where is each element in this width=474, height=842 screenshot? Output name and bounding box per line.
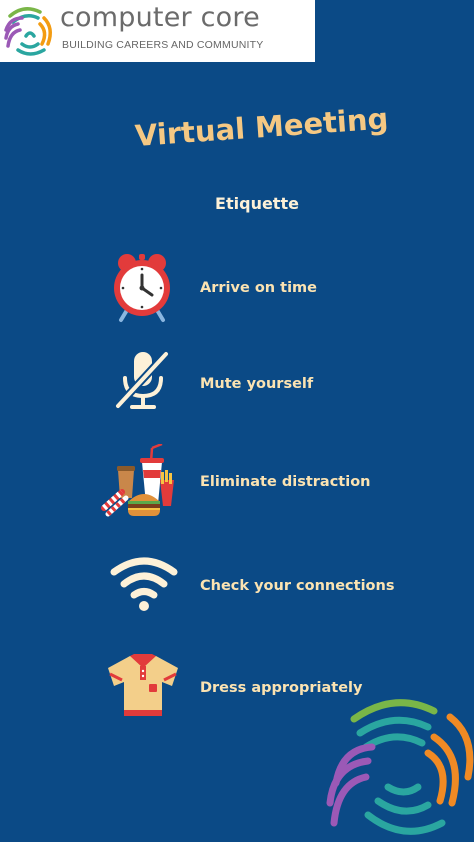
page-title: Virtual Meeting — [133, 101, 390, 153]
list-item-mute: Mute yourself — [100, 346, 430, 426]
alarm-clock-icon — [114, 254, 170, 322]
fast-food-icon — [101, 444, 174, 517]
list-item-label: Eliminate distraction — [200, 474, 371, 490]
polo-shirt-icon — [108, 654, 178, 716]
brand-tagline: BUILDING CAREERS AND COMMUNITY — [62, 39, 264, 51]
list-item-connections: Check your connections — [100, 548, 430, 628]
list-item-arrive: Arrive on time — [100, 250, 430, 330]
list-item-label: Dress appropriately — [200, 680, 363, 696]
list-item-label: Mute yourself — [200, 376, 314, 392]
brand-name: computer core — [60, 2, 260, 33]
page-subtitle: Etiquette — [215, 194, 299, 213]
wifi-icon — [110, 557, 178, 611]
fingerprint-decoration-icon — [326, 699, 474, 835]
list-item-label: Check your connections — [200, 578, 395, 594]
muted-microphone-icon — [114, 350, 170, 410]
list-item-distraction: Eliminate distraction — [100, 444, 430, 524]
logo-bar: computer core BUILDING CAREERS AND COMMU… — [0, 0, 315, 62]
fingerprint-logo-icon — [4, 7, 52, 56]
list-item-label: Arrive on time — [200, 280, 318, 296]
